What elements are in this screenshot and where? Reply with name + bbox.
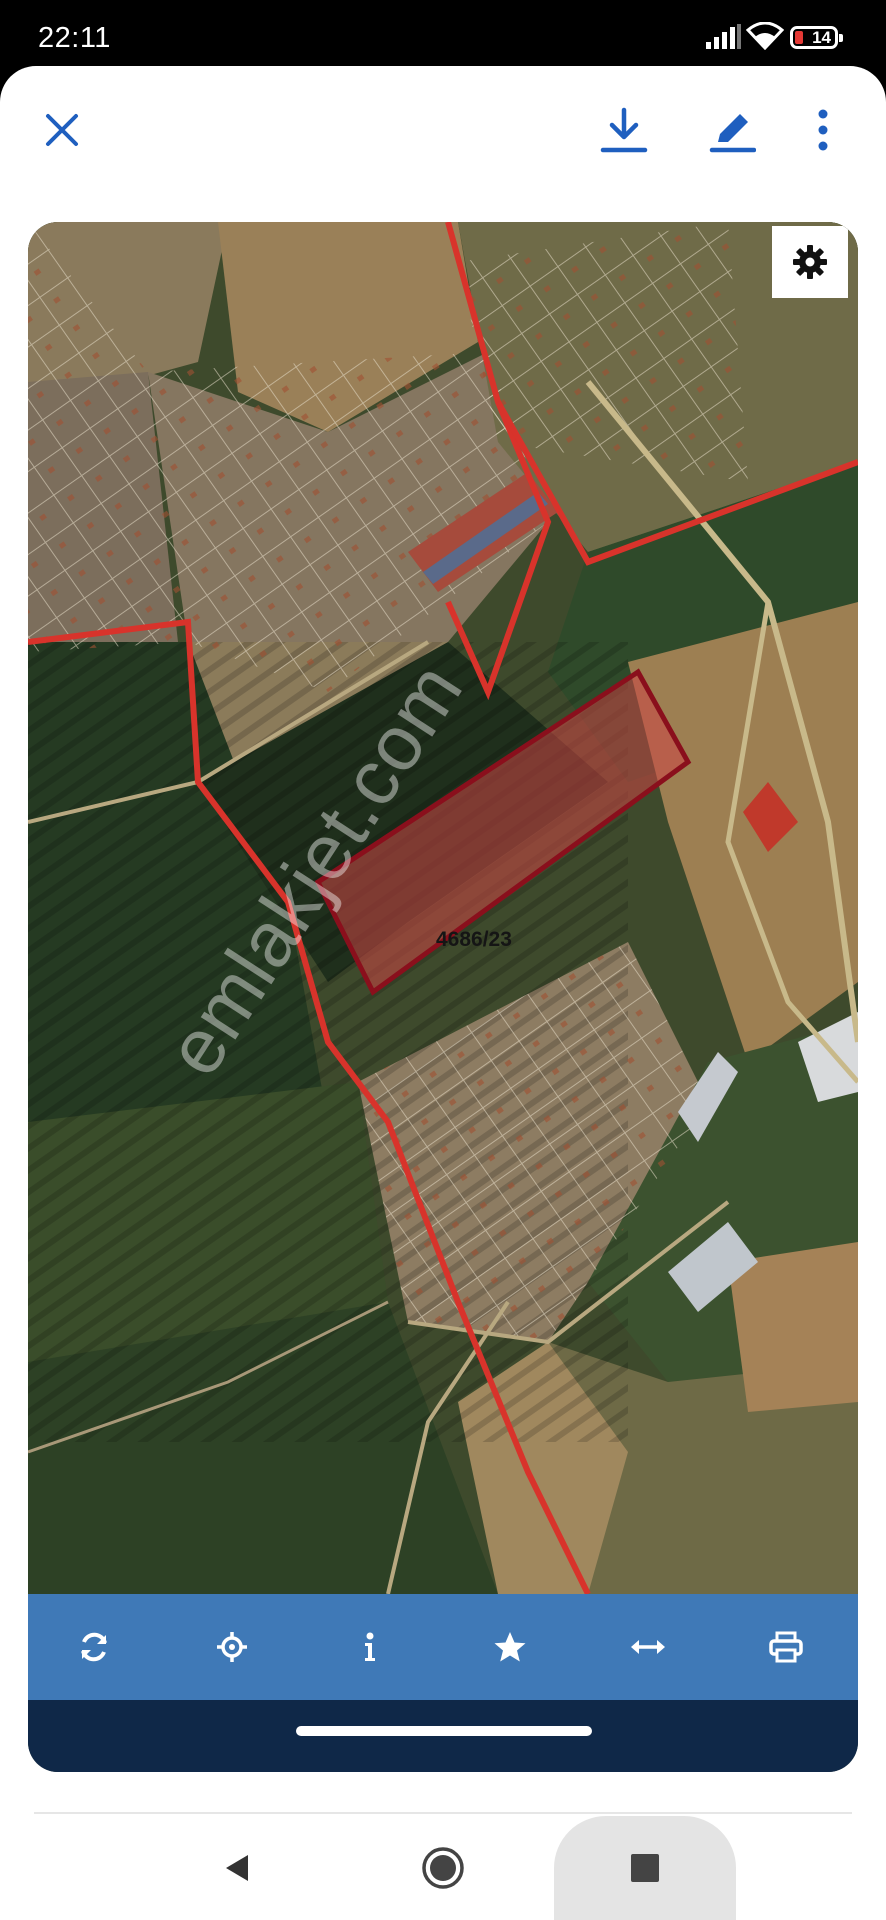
status-bar: 22:11 14	[0, 0, 886, 70]
print-button[interactable]	[760, 1621, 812, 1673]
edit-icon	[709, 114, 756, 153]
measure-icon	[631, 1640, 665, 1654]
locate-button[interactable]	[206, 1621, 258, 1673]
map-viewer: 4686/23 emlakjet.com	[28, 222, 858, 1772]
system-nav-bar	[0, 1816, 886, 1920]
star-icon	[494, 1632, 526, 1662]
wifi-icon	[746, 22, 784, 50]
satellite-map[interactable]	[28, 222, 858, 1594]
edit-button[interactable]	[706, 104, 758, 156]
status-time: 22:11	[38, 22, 111, 54]
close-button[interactable]	[36, 104, 88, 156]
refresh-icon	[81, 1632, 107, 1662]
battery-icon: 14	[790, 26, 843, 49]
more-vertical-icon	[818, 109, 828, 151]
back-icon	[226, 1855, 248, 1881]
back-button[interactable]	[197, 1828, 277, 1908]
home-button[interactable]	[403, 1828, 483, 1908]
image-viewer-sheet: 4686/23 emlakjet.com	[0, 66, 886, 1920]
gear-icon	[793, 245, 827, 279]
print-icon	[769, 1631, 803, 1663]
home-indicator[interactable]	[296, 1726, 592, 1736]
locate-icon	[217, 1632, 247, 1662]
status-icons: 14	[706, 22, 846, 54]
nav-divider	[34, 1812, 852, 1814]
refresh-button[interactable]	[68, 1621, 120, 1673]
info-button[interactable]	[344, 1621, 396, 1673]
top-toolbar	[0, 66, 886, 196]
measure-button[interactable]	[622, 1621, 674, 1673]
battery-level: 14	[812, 28, 831, 47]
close-icon	[46, 114, 78, 146]
home-icon	[422, 1847, 464, 1889]
recents-icon	[631, 1854, 659, 1882]
map-toolbar	[28, 1594, 858, 1700]
viewer-footer	[28, 1700, 858, 1772]
parcel-label: 4686/23	[436, 928, 512, 951]
more-options-button[interactable]	[797, 104, 849, 156]
favorite-button[interactable]	[484, 1621, 536, 1673]
signal-icon	[706, 24, 741, 49]
download-icon	[600, 107, 648, 153]
map-settings-button[interactable]	[772, 226, 848, 298]
recents-button[interactable]	[605, 1828, 685, 1908]
download-button[interactable]	[598, 104, 650, 156]
info-icon	[365, 1632, 375, 1661]
